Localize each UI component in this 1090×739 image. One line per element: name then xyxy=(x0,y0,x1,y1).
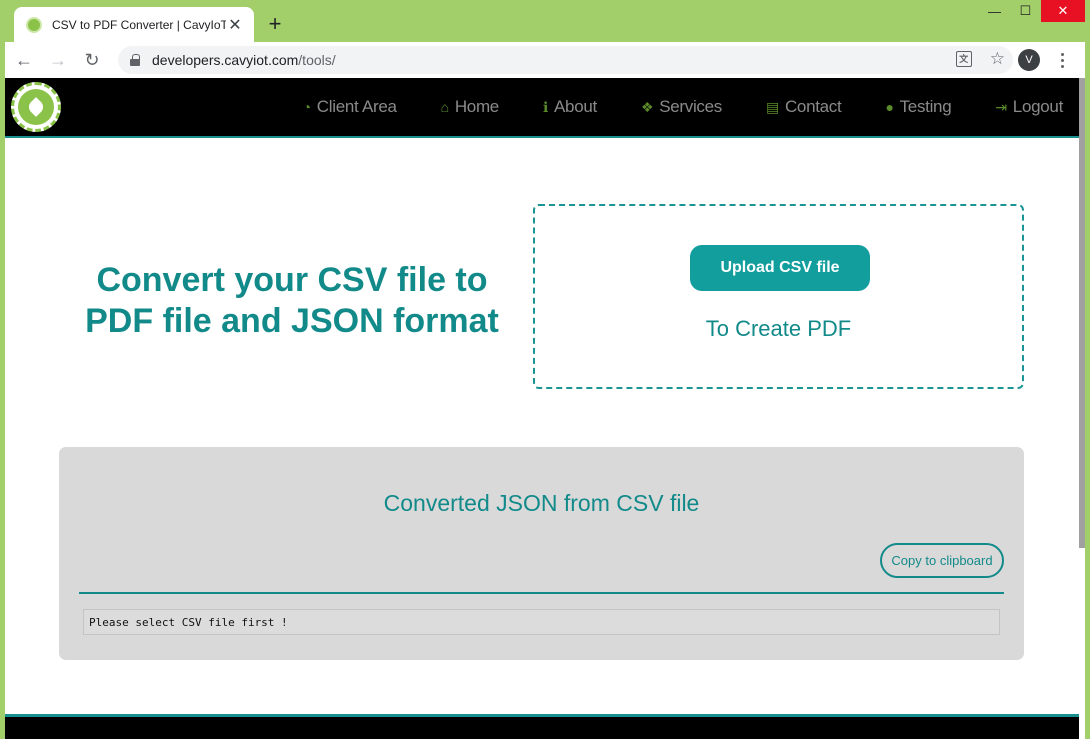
json-panel-title: Converted JSON from CSV file xyxy=(383,490,700,516)
browser-window: CSV to PDF Converter | CavyIoT ✕ + — ☐ ✕… xyxy=(5,0,1085,739)
logo-emblem xyxy=(18,89,54,125)
copy-to-clipboard-button[interactable]: Copy to clipboard xyxy=(880,543,1004,578)
reload-icon[interactable]: ↻ xyxy=(77,45,107,75)
tab-close-icon[interactable]: ✕ xyxy=(226,15,244,35)
info-icon: ℹ xyxy=(542,98,548,115)
url-text: developers.cavyiot.com/tools/ xyxy=(152,52,336,68)
bookmark-star-icon[interactable]: ☆ xyxy=(990,50,1005,67)
nav-item-about[interactable]: ℹ About xyxy=(543,97,597,117)
nav-item-client-area[interactable]: ◔ Client Area xyxy=(303,97,397,117)
sign-out-icon: ⇥ xyxy=(995,98,1007,115)
scrollbar[interactable] xyxy=(1079,78,1085,548)
tab-title: CSV to PDF Converter | CavyIoT xyxy=(52,18,226,32)
profile-avatar[interactable]: V xyxy=(1018,49,1040,71)
nav-item-contact[interactable]: ▤ Contact xyxy=(766,97,842,117)
site-navbar: ◔ Client Area ⌂ Home ℹ About ❖ Services ▤ Con… xyxy=(5,78,1079,138)
omnibox-actions: 文 ☆ xyxy=(955,50,1005,67)
maximize-button[interactable]: ☐ xyxy=(1010,0,1041,22)
browser-tab[interactable]: CSV to PDF Converter | CavyIoT ✕ xyxy=(14,7,254,43)
nav-label: Home xyxy=(454,97,499,116)
new-tab-button[interactable]: + xyxy=(264,13,286,35)
nav-item-home[interactable]: ⌂ Home xyxy=(440,97,500,117)
site-footer xyxy=(5,714,1079,739)
user-icon: ● xyxy=(885,99,894,115)
translate-icon[interactable]: 文 xyxy=(955,50,972,67)
nav-item-services[interactable]: ❖ Services xyxy=(641,97,722,117)
site-logo[interactable] xyxy=(11,82,61,132)
favicon-icon xyxy=(26,17,42,33)
dashboard-icon: ◔ xyxy=(302,99,311,115)
nav-label: About xyxy=(554,97,597,116)
nav-menu: ◔ Client Area ⌂ Home ℹ About ❖ Services ▤ Con… xyxy=(259,78,1064,136)
nav-item-logout[interactable]: ⇥ Logout xyxy=(995,97,1063,117)
nav-item-testing[interactable]: ● Testing xyxy=(885,97,951,117)
nav-label: Testing xyxy=(899,97,952,116)
url-path: /tools/ xyxy=(298,52,336,68)
nav-label: Services xyxy=(659,97,722,116)
browser-toolbar: ← → ↻ developers.cavyiot.com/tools/ 文 ☆ xyxy=(5,42,1085,78)
page-title: Convert your CSV file to PDF file and JS… xyxy=(85,261,499,340)
divider xyxy=(79,592,1004,594)
back-arrow-icon[interactable]: ← xyxy=(9,45,39,75)
nav-label: Logout xyxy=(1012,97,1064,116)
page-viewport: ◔ Client Area ⌂ Home ℹ About ❖ Services ▤ Con… xyxy=(5,78,1085,739)
upload-csv-button[interactable]: Upload CSV file xyxy=(690,245,870,291)
address-bar[interactable]: developers.cavyiot.com/tools/ 文 ☆ xyxy=(118,46,1013,74)
upload-subtitle: To Create PDF xyxy=(705,316,852,341)
upload-dropzone[interactable]: Upload CSV file To Create PDF xyxy=(533,204,1024,389)
minimize-button[interactable]: — xyxy=(979,0,1010,22)
window-controls: — ☐ ✕ xyxy=(979,0,1085,22)
kebab-menu-icon[interactable] xyxy=(1057,50,1067,70)
tab-strip: CSV to PDF Converter | CavyIoT ✕ + — ☐ ✕ xyxy=(5,0,1085,43)
url-host: developers.cavyiot.com xyxy=(152,52,299,68)
leaf-icon xyxy=(26,97,46,117)
nav-label: Contact xyxy=(784,97,842,116)
json-output-panel: Converted JSON from CSV file Copy to cli… xyxy=(59,447,1024,660)
id-card-icon: ▤ xyxy=(766,98,779,115)
nav-label: Client Area xyxy=(316,97,397,116)
lock-icon[interactable] xyxy=(130,54,140,66)
close-window-button[interactable]: ✕ xyxy=(1041,0,1085,22)
forward-arrow-icon[interactable]: → xyxy=(43,45,73,75)
cubes-icon: ❖ xyxy=(640,98,654,115)
home-icon: ⌂ xyxy=(440,99,449,115)
json-output-text[interactable]: Please select CSV file first ! xyxy=(83,609,1000,635)
